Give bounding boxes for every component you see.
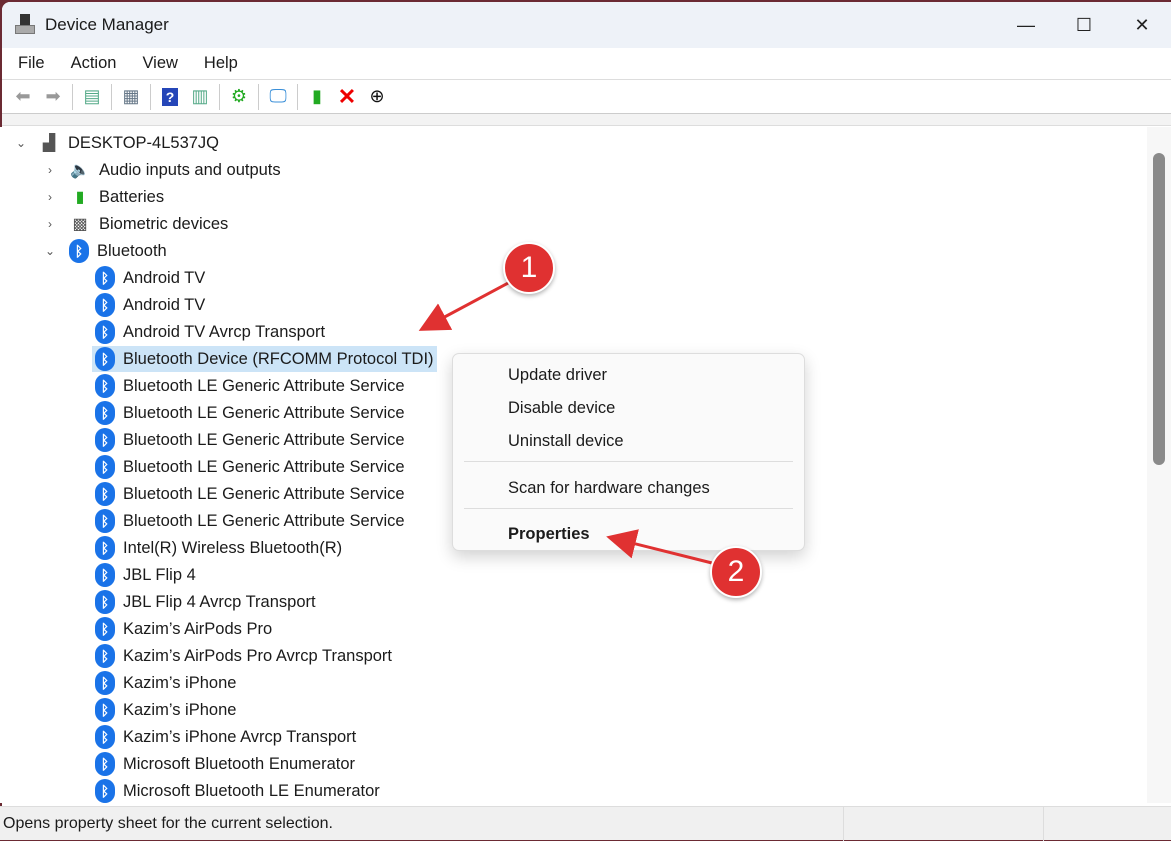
annotation-badge-2: 2 (710, 546, 762, 598)
annotation-arrows (418, 280, 713, 565)
status-text: Opens property sheet for the current sel… (3, 814, 333, 832)
arrow-1 (418, 280, 511, 331)
arrow-2 (606, 529, 713, 565)
status-bar: Opens property sheet for the current sel… (0, 806, 1171, 841)
annotation-badge-1: 1 (503, 242, 555, 294)
